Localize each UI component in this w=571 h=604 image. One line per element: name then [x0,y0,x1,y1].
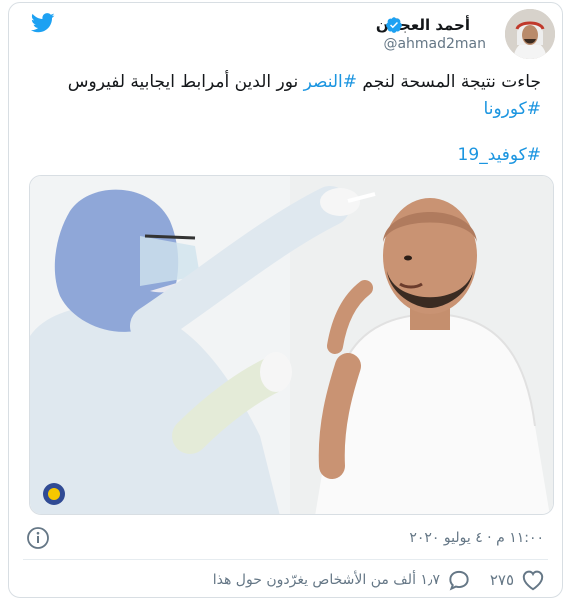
tweet-text-part: جاءت نتيجة المسحة لنجم [357,72,541,92]
hashtag-link[interactable]: #النصر [304,72,357,92]
verified-badge-icon [386,17,402,33]
twitter-bird-icon[interactable] [31,12,55,34]
hashtag-link[interactable]: #كورونا [484,99,541,119]
speech-bubble-icon[interactable] [446,567,472,593]
conversation-link[interactable]: ١٫٧ ألف من الأشخاص يغرّدون حول هذا [213,567,472,593]
divider [23,559,548,560]
conversation-text: ١٫٧ ألف من الأشخاص يغرّدون حول هذا [212,572,440,588]
tweet-text: جاءت نتيجة المسحة لنجم #النصر نور الدين … [31,69,541,123]
info-icon[interactable] [26,526,50,550]
tweet-hashtag-line: #كوفيد_19 [31,143,541,167]
tweet-card: أحمد العجلان @ahmad2man جاءت نتيجة المسح… [8,2,563,598]
tweet-timestamp[interactable]: ١١:٠٠ م · ٤ يوليو ٢٠٢٠ [409,530,544,546]
tweet-photo[interactable] [29,175,554,515]
tweet-text-part: نور الدين أمرابط ايجابية لفيروس [67,72,304,92]
like-button[interactable]: ٢٧٥ [490,567,546,593]
like-count: ٢٧٥ [489,571,514,589]
hashtag-link[interactable]: #كوفيد_19 [458,145,541,165]
user-handle[interactable]: @ahmad2man [383,36,486,52]
avatar[interactable] [505,9,555,59]
heart-icon[interactable] [520,567,546,593]
